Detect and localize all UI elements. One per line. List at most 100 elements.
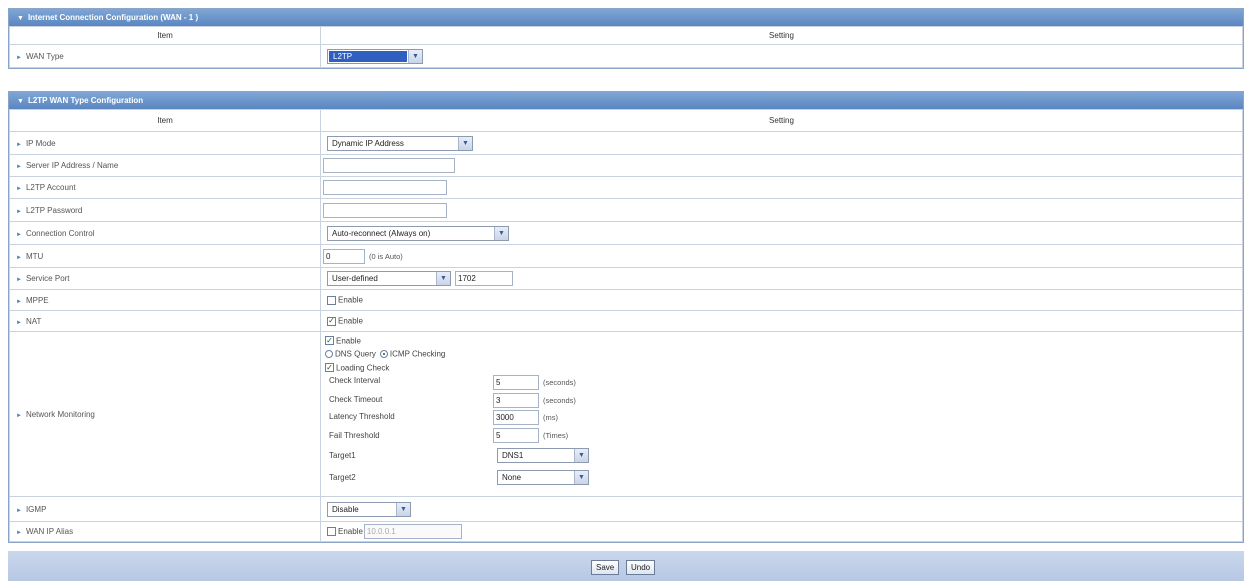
check-timeout-unit: (seconds) bbox=[543, 396, 576, 405]
collapse-icon[interactable]: ▼ bbox=[17, 98, 24, 105]
mtu-label-text: MTU bbox=[25, 251, 44, 261]
network-monitoring-label-text: Network Monitoring bbox=[25, 409, 95, 419]
connection-control-label: ► Connection Control bbox=[9, 221, 321, 245]
bullet-arrow-icon: ► bbox=[16, 530, 22, 536]
ip-mode-label: ► IP Mode bbox=[9, 131, 321, 155]
wan-ip-alias-checkbox[interactable] bbox=[327, 527, 336, 536]
connection-control-label-text: Connection Control bbox=[25, 228, 95, 238]
latency-threshold-input[interactable]: 3000 bbox=[493, 410, 539, 425]
target1-select-value: DNS1 bbox=[502, 451, 524, 460]
bullet-arrow-icon: ► bbox=[16, 231, 22, 238]
icmp-checking-radio[interactable] bbox=[379, 349, 388, 358]
wan-ip-alias-label: ► WAN IP Alias bbox=[9, 521, 321, 542]
wan-panel-title: ▼ Internet Connection Configuration (WAN … bbox=[9, 9, 1243, 26]
dns-query-label: DNS Query bbox=[335, 349, 376, 359]
mtu-input[interactable]: 0 bbox=[323, 248, 365, 264]
check-interval-label: Check Interval bbox=[329, 376, 381, 385]
target1-label: Target1 bbox=[329, 451, 356, 460]
service-port-select-value: User-defined bbox=[332, 274, 378, 283]
l2tp-panel-title: ▼ L2TP WAN Type Configuration bbox=[9, 92, 1243, 109]
icmp-checking-label: ICMP Checking bbox=[389, 349, 446, 359]
bullet-arrow-icon: ► bbox=[16, 254, 22, 261]
col-item-header: Item bbox=[9, 109, 321, 132]
l2tp-password-input[interactable] bbox=[323, 202, 447, 218]
l2tp-config-panel: ▼ L2TP WAN Type Configuration Item Settin… bbox=[8, 91, 1244, 543]
server-input[interactable] bbox=[323, 158, 455, 173]
service-port-input[interactable]: 1702 bbox=[455, 271, 513, 286]
service-port-label: ► Service Port bbox=[9, 267, 321, 290]
chevron-down-icon: ▼ bbox=[574, 449, 588, 462]
collapse-icon[interactable]: ▼ bbox=[17, 15, 24, 22]
l2tp-account-input[interactable] bbox=[323, 180, 447, 195]
nat-label-text: NAT bbox=[25, 316, 42, 326]
l2tp-panel-title-text: L2TP WAN Type Configuration bbox=[27, 96, 144, 105]
wan-table: Item Setting ► WAN Type L2TP ▼ bbox=[9, 26, 1243, 68]
fail-threshold-unit: (Times) bbox=[543, 431, 569, 440]
bullet-arrow-icon: ► bbox=[16, 164, 22, 170]
nat-enable-label: Enable bbox=[338, 316, 363, 326]
l2tp-password-label: ► L2TP Password bbox=[9, 198, 321, 222]
bullet-arrow-icon: ► bbox=[16, 141, 22, 148]
bullet-arrow-icon: ► bbox=[16, 186, 22, 192]
chevron-down-icon: ▼ bbox=[574, 471, 588, 484]
target1-select[interactable]: DNS1 ▼ bbox=[497, 448, 589, 463]
nat-label: ► NAT bbox=[9, 310, 321, 332]
chevron-down-icon: ▼ bbox=[458, 136, 472, 150]
l2tp-account-label: ► L2TP Account bbox=[9, 176, 321, 199]
igmp-select-value: Disable bbox=[332, 504, 359, 514]
col-setting-header: Setting bbox=[320, 109, 1243, 132]
bullet-arrow-icon: ► bbox=[16, 412, 22, 419]
col-item-header: Item bbox=[9, 26, 321, 45]
wan-ip-alias-label-text: WAN IP Alias bbox=[25, 527, 74, 536]
wan-config-panel: ▼ Internet Connection Configuration (WAN … bbox=[8, 8, 1244, 69]
ip-mode-select-value: Dynamic IP Address bbox=[332, 138, 404, 148]
loading-check-checkbox[interactable]: ✓ bbox=[325, 363, 334, 373]
bullet-arrow-icon: ► bbox=[16, 208, 22, 215]
bullet-arrow-icon: ► bbox=[16, 298, 22, 305]
mppe-enable-label: Enable bbox=[338, 295, 363, 305]
wan-type-select-value: L2TP bbox=[329, 50, 407, 62]
nat-checkbox[interactable]: ✓ bbox=[327, 316, 336, 326]
bullet-arrow-icon: ► bbox=[16, 507, 22, 514]
nm-enable-checkbox[interactable]: ✓ bbox=[325, 336, 334, 346]
l2tp-account-label-text: L2TP Account bbox=[25, 183, 76, 192]
igmp-label-text: IGMP bbox=[25, 504, 47, 514]
mppe-label-text: MPPE bbox=[25, 295, 49, 305]
col-setting-header: Setting bbox=[320, 26, 1243, 45]
form-footer: Save Undo bbox=[8, 551, 1244, 581]
service-port-select[interactable]: User-defined ▼ bbox=[327, 271, 451, 286]
server-label-text: Server IP Address / Name bbox=[25, 161, 119, 170]
check-interval-input[interactable]: 5 bbox=[493, 375, 539, 390]
wan-panel-title-text: Internet Connection Configuration (WAN -… bbox=[27, 13, 199, 22]
wan-ip-alias-enable-label: Enable bbox=[338, 527, 363, 536]
ip-mode-select[interactable]: Dynamic IP Address ▼ bbox=[327, 135, 473, 151]
mppe-checkbox[interactable] bbox=[327, 295, 336, 305]
server-label: ► Server IP Address / Name bbox=[9, 154, 321, 177]
ip-mode-label-text: IP Mode bbox=[25, 138, 56, 148]
undo-button[interactable]: Undo bbox=[626, 560, 656, 575]
check-timeout-input[interactable]: 3 bbox=[493, 393, 539, 408]
fail-threshold-label: Fail Threshold bbox=[329, 431, 380, 440]
latency-threshold-label: Latency Threshold bbox=[329, 412, 395, 421]
wan-type-label: ► WAN Type bbox=[9, 44, 321, 68]
bullet-arrow-icon: ► bbox=[16, 277, 22, 283]
network-monitoring-settings: ✓ Enable DNS Query ICMP Checking ✓ Loading … bbox=[321, 332, 1242, 496]
bullet-arrow-icon: ► bbox=[16, 319, 22, 326]
fail-threshold-input[interactable]: 5 bbox=[493, 428, 539, 443]
igmp-select[interactable]: Disable ▼ bbox=[327, 501, 411, 517]
connection-control-select[interactable]: Auto-reconnect (Always on) ▼ bbox=[327, 225, 509, 241]
network-monitoring-label: ► Network Monitoring bbox=[9, 331, 321, 497]
dns-query-radio[interactable] bbox=[325, 349, 333, 358]
chevron-down-icon: ▼ bbox=[494, 226, 508, 240]
chevron-down-icon: ▼ bbox=[396, 502, 410, 516]
wan-ip-alias-input[interactable]: 10.0.0.1 bbox=[363, 524, 462, 539]
target2-select[interactable]: None ▼ bbox=[497, 470, 589, 485]
wan-type-select[interactable]: L2TP ▼ bbox=[327, 48, 423, 64]
check-timeout-label: Check Timeout bbox=[329, 395, 383, 404]
mppe-label: ► MPPE bbox=[9, 289, 321, 311]
mtu-label: ► MTU bbox=[9, 244, 321, 268]
save-button[interactable]: Save bbox=[591, 560, 620, 575]
target2-select-value: None bbox=[502, 473, 522, 482]
bullet-arrow-icon: ► bbox=[16, 54, 22, 61]
l2tp-table: Item Setting ► IP Mode Dynamic IP Address… bbox=[9, 109, 1243, 542]
